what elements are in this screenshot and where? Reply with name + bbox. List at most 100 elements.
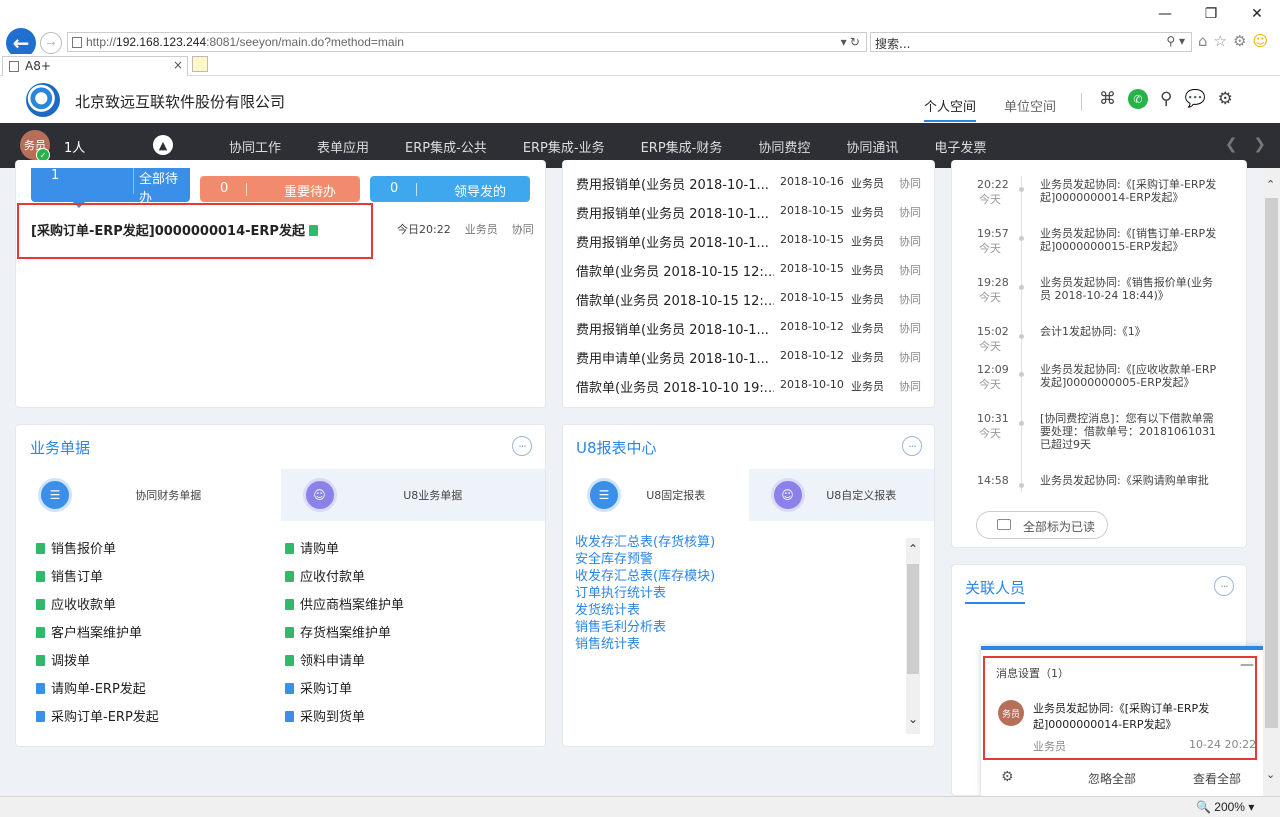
list-item[interactable]: 费用申请单(业务员 2018-10-1... 2018-10-12 业务员 协同 — [563, 342, 935, 371]
favorites-star-icon[interactable]: ☆ — [1214, 32, 1227, 50]
scroll-down-icon[interactable]: ⌄ — [1266, 768, 1275, 781]
list-item[interactable]: 领料申请单 — [285, 650, 365, 669]
list-item[interactable]: 客户档案维护单 — [36, 622, 142, 641]
list-item[interactable]: 调拨单 — [36, 650, 90, 669]
minimize-icon[interactable]: — — [1142, 0, 1188, 28]
nav-next-icon[interactable]: ❯ — [1253, 135, 1266, 153]
search-input[interactable]: 搜索... ⚲ ▾ — [870, 32, 1192, 52]
list-item[interactable]: 应收付款单 — [285, 566, 365, 585]
search-icon[interactable]: ⚲ ▾ — [1166, 34, 1185, 48]
scroll-up-icon[interactable]: ⌃ — [1266, 178, 1275, 191]
tab-u8-custom-reports[interactable]: ☺ U8自定义报表 — [748, 469, 934, 521]
report-link[interactable]: 收发存汇总表(库存模块) — [575, 568, 715, 585]
minimize-popup-icon[interactable]: — — [1240, 657, 1254, 673]
scroll-thumb[interactable] — [907, 564, 919, 674]
todo-item[interactable]: [采购订单-ERP发起]0000000014-ERP发起 — [31, 220, 318, 239]
navigation-compass-icon[interactable]: ▲ — [153, 135, 173, 155]
list-item[interactable]: 销售订单 — [36, 566, 103, 585]
list-item[interactable]: 存货档案维护单 — [285, 622, 391, 641]
restore-icon[interactable]: ❐ — [1188, 0, 1234, 28]
item-date: 2018-10-15 — [780, 291, 844, 304]
list-item[interactable]: 采购订单 — [285, 678, 352, 697]
scroll-down-icon[interactable]: ⌄ — [906, 712, 920, 726]
list-item[interactable]: 供应商档案维护单 — [285, 594, 404, 613]
message-settings[interactable]: 消息设置（1） — [996, 665, 1069, 681]
timeline-text: 业务员发起协同:《采购请购单审批 — [1040, 474, 1209, 487]
scroll-up-icon[interactable]: ⌃ — [906, 542, 920, 556]
report-link[interactable]: 安全库存预警 — [575, 551, 715, 568]
document-icon — [36, 599, 45, 610]
page-scrollbar[interactable]: ⌃ ⌄ — [1263, 168, 1280, 796]
leader-todo-button[interactable]: 0 领导发的 — [370, 176, 530, 202]
report-link[interactable]: 销售毛利分析表 — [575, 619, 715, 636]
list-item[interactable]: 借款单(业务员 2018-10-15 12:... 2018-10-15 业务员 协同 — [563, 255, 935, 284]
search-icon[interactable]: ⚲ — [1160, 89, 1172, 109]
settings-gear-icon[interactable]: ⚙ — [1218, 89, 1233, 109]
list-item[interactable]: 借款单(业务员 2018-10-15 12:... 2018-10-15 业务员 协同 — [563, 284, 935, 313]
more-options-icon[interactable]: ··· — [902, 436, 922, 456]
address-bar[interactable]: http://192.168.123.244:8081/seeyon/main.… — [67, 32, 867, 52]
tab-personal-space[interactable]: 个人空间 — [924, 96, 977, 122]
apps-grid-icon[interactable]: ⌘ — [1099, 89, 1116, 109]
zoom-value: 200% — [1214, 800, 1245, 814]
item-date: 2018-10-15 — [780, 204, 844, 217]
list-item[interactable]: 销售报价单 — [36, 538, 116, 557]
list-item[interactable]: 应收收款单 — [36, 594, 116, 613]
more-options-icon[interactable]: ··· — [1214, 576, 1234, 596]
all-todo-count: 1 — [51, 168, 60, 183]
chat-bubble-icon[interactable]: 💬 — [1184, 89, 1205, 109]
report-link[interactable]: 发货统计表 — [575, 602, 715, 619]
list-item[interactable]: 费用报销单(业务员 2018-10-1... 2018-10-15 业务员 协同 — [563, 226, 935, 255]
scroll-thumb[interactable] — [1265, 198, 1278, 728]
nav-prev-icon[interactable]: ❮ — [1225, 135, 1238, 153]
leader-todo-label: 领导发的 — [453, 185, 506, 200]
document-icon — [285, 627, 294, 638]
close-tab-icon[interactable]: × — [173, 58, 183, 72]
list-item[interactable]: 采购到货单 — [285, 706, 365, 725]
ignore-all-button[interactable]: 忽略全部 — [1088, 770, 1136, 787]
list-item[interactable]: 借款单(业务员 2018-10-10 19:... 2018-10-10 业务员 协同 — [563, 371, 935, 400]
list-item[interactable]: 请购单-ERP发起 — [36, 678, 146, 697]
important-todo-button[interactable]: 0 重要待办 — [200, 176, 360, 202]
page-icon — [72, 37, 82, 48]
view-all-button[interactable]: 查看全部 — [1193, 770, 1241, 787]
report-link[interactable]: 订单执行统计表 — [575, 585, 715, 602]
tab-unit-space[interactable]: 单位空间 — [1004, 96, 1056, 122]
list-item[interactable]: 采购订单-ERP发起 — [36, 706, 159, 725]
close-window-icon[interactable]: ✕ — [1234, 0, 1280, 28]
report-link[interactable]: 收发存汇总表(存货核算) — [575, 534, 715, 551]
avatar[interactable]: 务员 ✓ — [20, 130, 50, 162]
list-item[interactable]: 费用报销单(业务员 2018-10-1... 2018-10-15 业务员 协同 — [563, 197, 935, 226]
item-title: 费用报销单(业务员 2018-10-1... — [576, 323, 769, 338]
smiley-icon[interactable]: ☺ — [1252, 32, 1268, 50]
mark-all-read-button[interactable]: 全部标为已读 — [976, 511, 1108, 539]
document-icon — [285, 599, 294, 610]
all-todo-label: 全部待办 — [139, 172, 179, 206]
refresh-icon[interactable]: ▾ ↻ — [841, 35, 860, 49]
list-item[interactable]: 费用报销单(业务员 2018-10-1... 2018-10-16 业务员 协同 — [563, 168, 935, 197]
list-item[interactable]: 费用报销单(业务员 2018-10-1... 2018-10-12 业务员 协同 — [563, 313, 935, 342]
message-text[interactable]: 业务员发起协同:《[采购订单-ERP发起]0000000014-ERP发起》 — [1033, 701, 1243, 733]
zoom-level[interactable]: 🔍 200% ▾ — [1196, 800, 1254, 814]
online-user-count[interactable]: 1人 — [64, 137, 85, 156]
settings-gear-icon[interactable]: ⚙ — [1233, 32, 1246, 50]
item-user: 业务员 — [851, 380, 884, 393]
timeline-item[interactable]: 14:58 业务员发起协同:《采购请购单审批 — [951, 474, 1247, 488]
message-footer: ⚙ 忽略全部 查看全部 — [981, 762, 1263, 794]
all-todo-counter[interactable]: 1 全部待办 — [31, 168, 190, 208]
new-tab-icon[interactable] — [192, 56, 208, 72]
list-item[interactable]: 请购单 — [285, 538, 339, 557]
tab-u8-fixed-reports[interactable]: ☰ U8固定报表 — [563, 469, 749, 521]
report-scrollbar[interactable]: ⌃ ⌄ — [906, 538, 920, 734]
more-options-icon[interactable]: ··· — [512, 436, 532, 456]
tab-collab-finance-docs[interactable]: ☰ 协同财务单据 — [16, 469, 281, 521]
home-icon[interactable]: ⌂ — [1198, 32, 1208, 50]
browser-tab[interactable]: A8+ × — [2, 56, 188, 76]
settings-gear-icon[interactable]: ⚙ — [1001, 769, 1014, 785]
tab-u8-business-docs[interactable]: ☺ U8业务单据 — [280, 469, 545, 521]
report-link[interactable]: 销售统计表 — [575, 636, 715, 653]
timeline-time: 20:22 — [977, 178, 1009, 191]
item-label: 应收付款单 — [300, 570, 366, 585]
phone-icon[interactable]: ✆ — [1128, 89, 1148, 109]
forward-arrow-icon[interactable]: → — [40, 32, 62, 54]
